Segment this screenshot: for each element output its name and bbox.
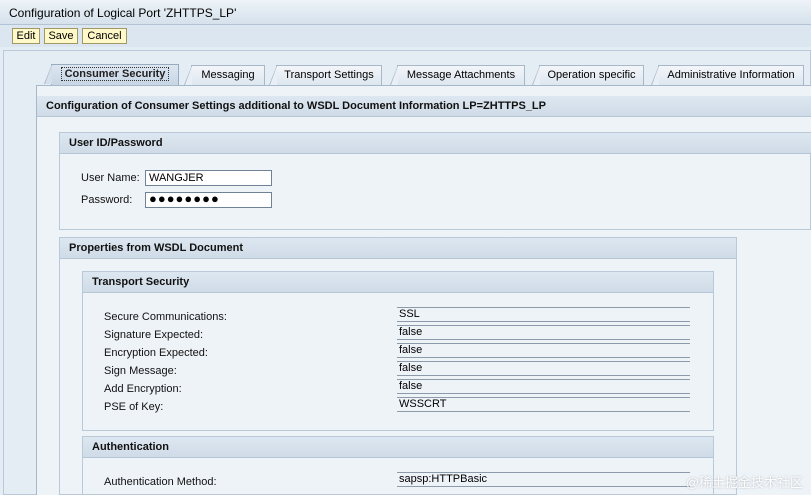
user-password-title: User ID/Password: [60, 133, 811, 154]
secure-communications-label: Secure Communications:: [104, 311, 227, 323]
tab-message-attachments[interactable]: Message Attachments: [390, 65, 525, 85]
page-title: Configuration of Logical Port 'ZHTTPS_LP…: [9, 6, 237, 20]
signature-expected-label: Signature Expected:: [104, 329, 204, 341]
tab-label: Administrative Information: [667, 69, 795, 81]
encryption-expected-label: Encryption Expected:: [104, 347, 208, 359]
wsdl-properties-title: Properties from WSDL Document: [60, 238, 736, 259]
panel-title: Configuration of Consumer Settings addit…: [37, 96, 811, 117]
tab-label: Consumer Security: [60, 67, 170, 81]
pse-of-key-label: PSE of Key:: [104, 401, 164, 413]
title-bar: Configuration of Logical Port 'ZHTTPS_LP…: [0, 0, 811, 25]
watermark-text: @稀土掘金技术社区: [685, 475, 803, 490]
edit-button[interactable]: Edit: [12, 28, 40, 44]
secure-communications-field: SSL: [397, 307, 690, 322]
encryption-expected-field: false: [397, 343, 690, 358]
tab-messaging[interactable]: Messaging: [184, 65, 265, 85]
password-field[interactable]: ●●●●●●●●: [145, 192, 272, 208]
cancel-button[interactable]: Cancel: [82, 28, 127, 44]
tab-label: Messaging: [201, 69, 255, 81]
tab-consumer-security[interactable]: Consumer Security: [44, 64, 179, 86]
tab-label: Operation specific: [547, 69, 636, 81]
authentication-title: Authentication: [83, 437, 713, 458]
toolbar: Edit Save Cancel: [0, 25, 811, 47]
password-label: Password:: [81, 194, 133, 206]
add-encryption-field: false: [397, 379, 690, 394]
tab-administrative-information[interactable]: Administrative Information: [651, 65, 804, 85]
username-field[interactable]: [145, 170, 272, 186]
sign-message-label: Sign Message:: [104, 365, 177, 377]
authentication-method-label: Authentication Method:: [104, 476, 217, 488]
authentication-method-field: sapsp:HTTPBasic: [397, 472, 690, 487]
tab-label: Transport Settings: [284, 69, 374, 81]
transport-security-title: Transport Security: [83, 272, 713, 293]
sign-message-field: false: [397, 361, 690, 376]
add-encryption-label: Add Encryption:: [104, 383, 182, 395]
username-label: User Name:: [81, 172, 140, 184]
pse-of-key-field: WSSCRT: [397, 397, 690, 412]
tab-operation-specific[interactable]: Operation specific: [532, 65, 644, 85]
save-button[interactable]: Save: [44, 28, 78, 44]
signature-expected-field: false: [397, 325, 690, 340]
tab-transport-settings[interactable]: Transport Settings: [269, 65, 382, 85]
tab-label: Message Attachments: [406, 69, 516, 81]
